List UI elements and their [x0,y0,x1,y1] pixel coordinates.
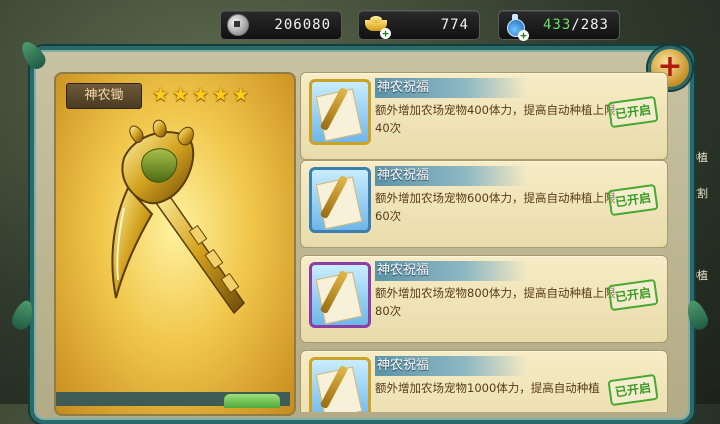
card-description: 额外增加农场宠物1000体力，提高自动种植 [375,381,600,395]
star-icon: ★ [192,84,210,106]
coin-icon [227,14,249,36]
stamina-value: 433/283 [542,17,609,33]
potion-add-icon[interactable]: + [503,13,529,41]
coins-value: 206080 [274,17,331,33]
star-icon: ★ [172,84,190,106]
card-title: 神农祝福 [375,78,527,98]
card-title: 神农祝福 [375,261,527,281]
item-name: 神农锄 [66,83,142,109]
action-button[interactable] [224,394,280,408]
golden-hoe-icon [111,119,245,315]
card-description: 额外增加农场宠物600体力，提高自动种植上限60次 [375,191,616,223]
blessing-scroll-icon [309,79,371,145]
blessing-list: 神农祝福 额外增加农场宠物400体力，提高自动种植上限40次 已开启 神农祝福 … [300,72,668,412]
status-badge: 已开启 [607,278,659,312]
star-icon: ★ [232,84,250,106]
list-item: 神农祝福 额外增加农场宠物600体力，提高自动种植上限60次 已开启 [300,160,668,248]
star-icon: ★ [152,84,170,106]
status-badge: 已开启 [607,95,659,129]
list-item: 神农祝福 额外增加农场宠物800体力，提高自动种植上限80次 已开启 [300,255,668,343]
status-badge: 已开启 [607,373,659,407]
card-title: 神农祝福 [375,356,527,376]
ingot-counter[interactable]: + 774 [358,10,480,40]
gold-ingot-add-icon[interactable]: + [363,15,391,39]
coins-counter: 206080 [220,10,342,40]
list-item: 神农祝福 额外增加农场宠物1000体力，提高自动种植 已开启 [300,350,668,412]
card-title: 神农祝福 [375,166,527,186]
item-star-rating: ★ ★ ★ ★ ★ [152,85,249,105]
list-item: 神农祝福 额外增加农场宠物400体力，提高自动种植上限40次 已开启 [300,72,668,160]
blessing-scroll-icon [309,167,371,233]
ingots-value: 774 [440,17,469,33]
blessing-scroll-icon [309,262,371,328]
stamina-counter[interactable]: + 433/283 [498,10,620,41]
card-description: 额外增加农场宠物400体力，提高自动种植上限40次 [375,103,616,135]
star-icon: ★ [212,84,230,106]
status-badge: 已开启 [607,183,659,217]
card-description: 额外增加农场宠物800体力，提高自动种植上限80次 [375,286,616,318]
